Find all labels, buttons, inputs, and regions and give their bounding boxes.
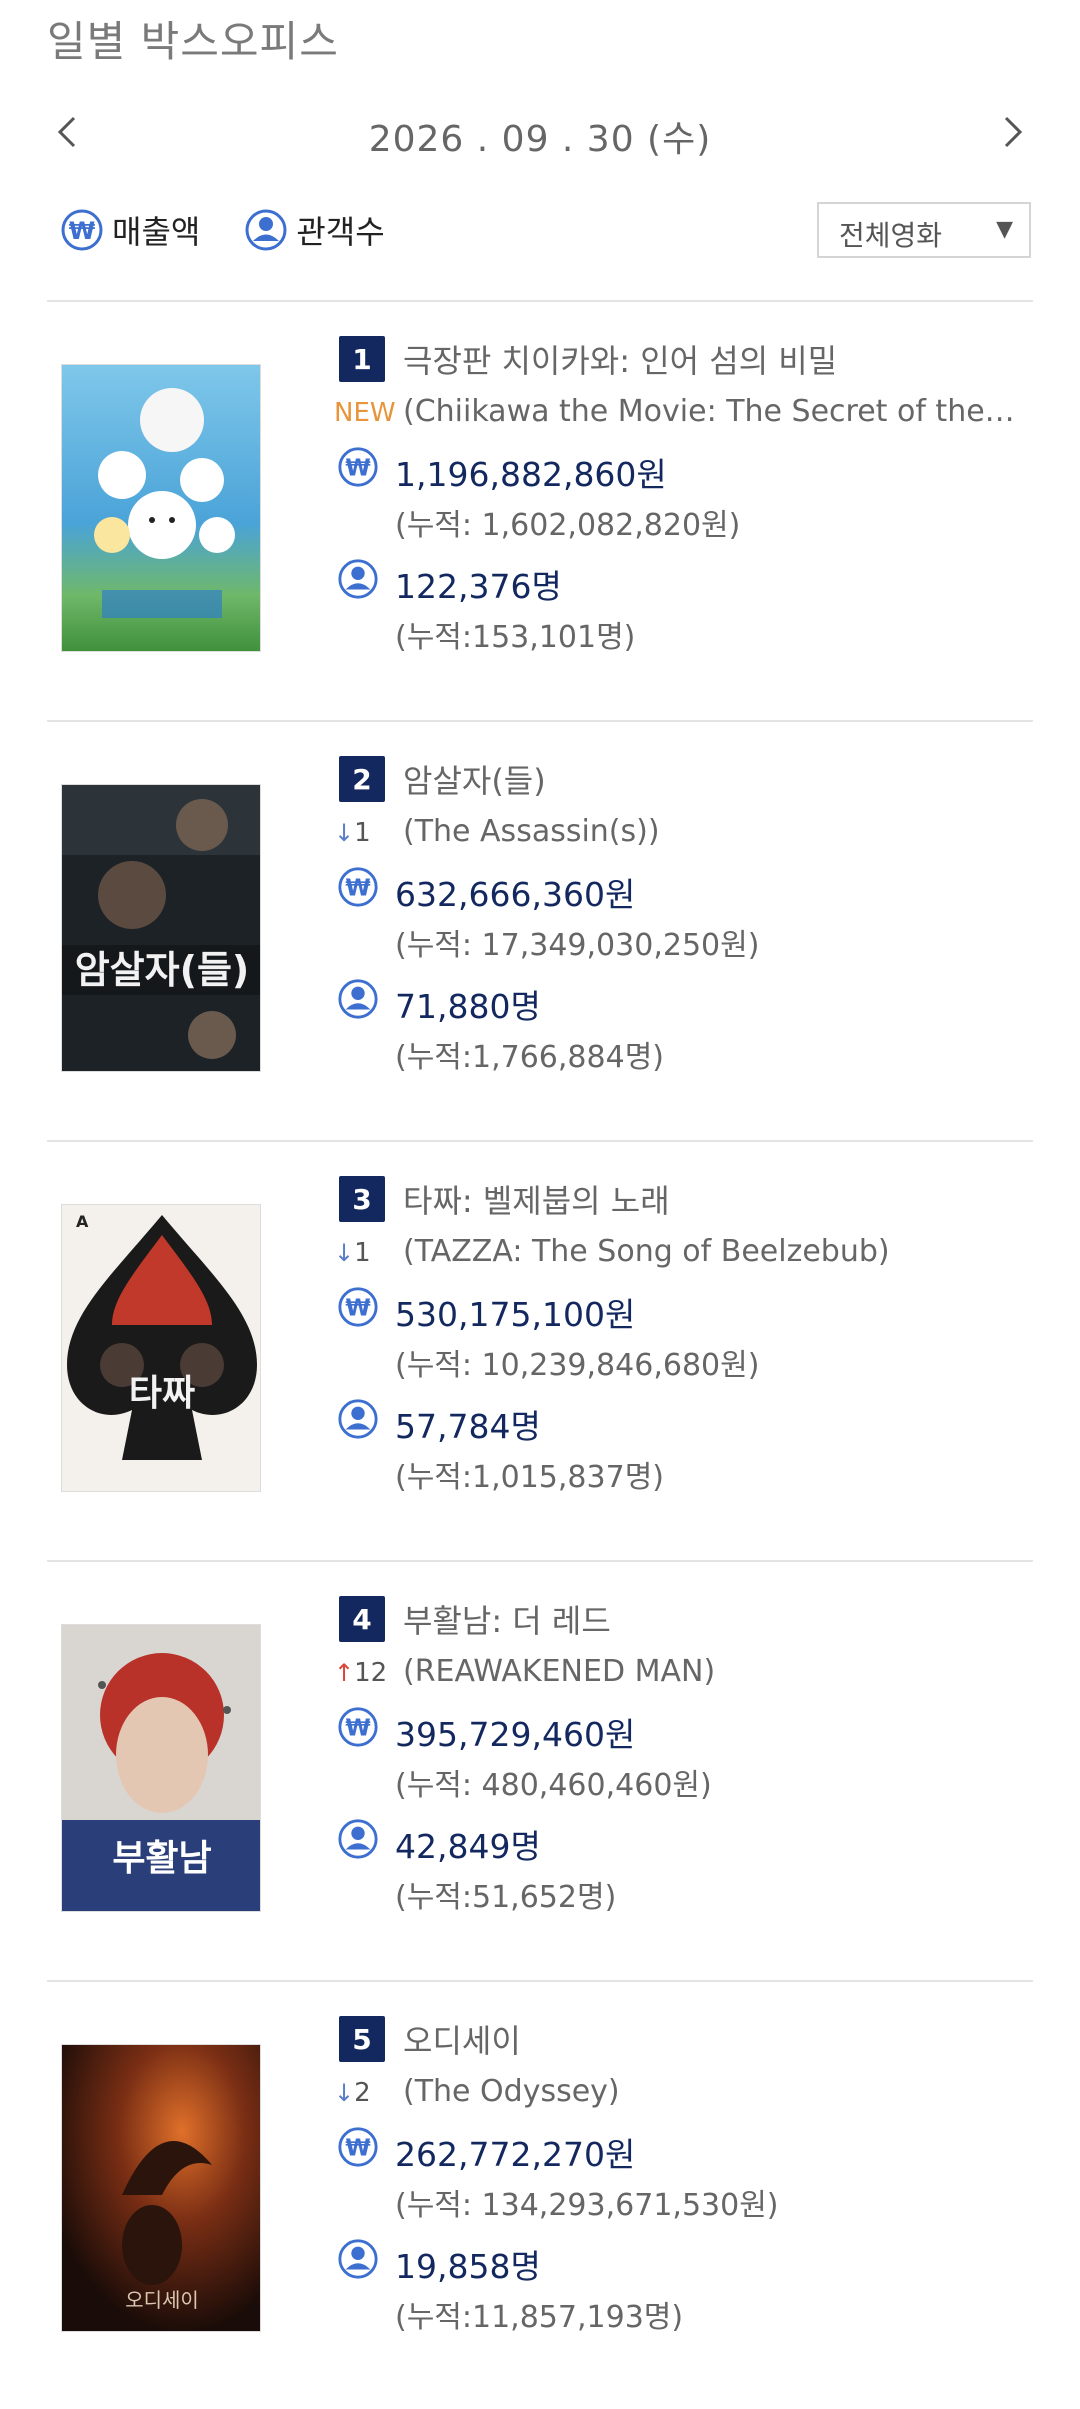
cumulative-audience: (누적:153,101명) — [395, 620, 636, 655]
audience-toggle[interactable]: 관객수 — [244, 205, 385, 255]
daily-sales: 530,175,100원 — [395, 1295, 636, 1334]
list-item[interactable]: 암살자(들) 2 암살자(들) ↓1 (The Assassin(s)) ₩ 6… — [47, 720, 1033, 1140]
svg-text:₩: ₩ — [345, 1716, 370, 1742]
metric-toggles: ₩ 매출액 관객수 — [60, 205, 385, 255]
english-title: (REAWAKENED MAN) — [403, 1654, 716, 1689]
svg-text:₩: ₩ — [345, 2136, 370, 2162]
arrow-down-icon: ↓ — [334, 819, 355, 847]
arrow-up-icon: ↑ — [334, 1659, 355, 1687]
movie-poster[interactable] — [61, 364, 261, 652]
person-icon — [245, 209, 287, 251]
svg-text:₩: ₩ — [345, 1296, 370, 1322]
svg-text:₩: ₩ — [345, 456, 370, 482]
rank-badge: 1 — [339, 336, 385, 382]
svg-text:A: A — [76, 1212, 89, 1231]
cumulative-audience: (누적:1,766,884명) — [395, 1040, 664, 1075]
current-date: 2026 . 09 . 30 (수) — [368, 119, 712, 160]
person-icon — [338, 1399, 378, 1439]
filter-selected-label: 전체영화 — [839, 219, 943, 252]
english-title: (The Assassin(s)) — [403, 814, 660, 849]
svg-text:₩: ₩ — [69, 217, 96, 245]
english-title: (The Odyssey) — [403, 2074, 620, 2109]
daily-sales: 632,666,360원 — [395, 875, 636, 914]
rank-change-value: 1 — [354, 818, 371, 848]
won-icon: ₩ — [338, 867, 378, 907]
page-title: 일별 박스오피스 — [47, 17, 339, 66]
list-item[interactable]: 1 극장판 치이카와: 인어 섬의 비밀 NEW (Chiikawa the M… — [47, 300, 1033, 720]
rank-change-down: ↓2 — [334, 2078, 394, 2108]
movie-title[interactable]: 부활남: 더 레드 — [403, 1596, 611, 1642]
movie-poster[interactable]: A 타짜 — [61, 1204, 261, 1492]
daily-audience: 122,376명 — [395, 567, 562, 606]
movie-poster[interactable]: 부활남 — [61, 1624, 261, 1912]
english-title: (TAZZA: The Song of Beelzebub) — [403, 1234, 890, 1269]
poster-title: 암살자(들) — [75, 948, 250, 992]
daily-sales: 262,772,270원 — [395, 2135, 636, 2174]
won-icon: ₩ — [338, 1707, 378, 1747]
won-icon: ₩ — [338, 1287, 378, 1327]
daily-audience: 57,784명 — [395, 1407, 541, 1446]
won-icon: ₩ — [338, 447, 378, 487]
rank-change-value: 1 — [354, 1238, 371, 1268]
movie-title[interactable]: 타짜: 벨제붑의 노래 — [403, 1176, 670, 1222]
won-icon: ₩ — [338, 2127, 378, 2167]
rank-badge: 3 — [339, 1176, 385, 1222]
english-title: (Chiikawa the Movie: The Secret of the M… — [403, 394, 1023, 429]
next-date-button[interactable] — [993, 112, 1033, 152]
cumulative-sales: (누적: 480,460,460원) — [395, 1768, 712, 1803]
movie-title[interactable]: 극장판 치이카와: 인어 섬의 비밀 — [403, 336, 837, 382]
cumulative-sales: (누적: 10,239,846,680원) — [395, 1348, 760, 1383]
movie-poster[interactable]: 오디세이 — [61, 2044, 261, 2332]
rank-change-value: 12 — [354, 1658, 388, 1688]
box-office-list: 1 극장판 치이카와: 인어 섬의 비밀 NEW (Chiikawa the M… — [47, 300, 1033, 2400]
movie-poster[interactable]: 암살자(들) — [61, 784, 261, 1072]
audience-toggle-label: 관객수 — [296, 213, 385, 251]
rank-badge: 5 — [339, 2016, 385, 2062]
sales-toggle-label: 매출액 — [112, 213, 201, 251]
poster-title: 타짜 — [129, 1373, 195, 1414]
person-icon — [338, 559, 378, 599]
rank-badge: 4 — [339, 1596, 385, 1642]
caret-down-icon: ▼ — [996, 217, 1013, 242]
rank-change-new: NEW — [334, 398, 396, 428]
movie-title[interactable]: 오디세이 — [403, 2016, 521, 2062]
daily-sales: 1,196,882,860원 — [395, 455, 667, 494]
sales-toggle[interactable]: ₩ 매출액 — [60, 205, 200, 255]
poster-title: 오디세이 — [125, 2288, 199, 2312]
cumulative-sales: (누적: 1,602,082,820원) — [395, 508, 741, 543]
daily-audience: 71,880명 — [395, 987, 541, 1026]
box-office-page: 일별 박스오피스 2026 . 09 . 30 (수) ₩ 매출액 관객수 전체… — [0, 0, 1080, 2409]
daily-audience: 19,858명 — [395, 2247, 541, 2286]
svg-text:₩: ₩ — [345, 876, 370, 902]
movie-filter-select[interactable]: 전체영화 ▼ — [817, 202, 1031, 258]
list-item[interactable]: 부활남 4 부활남: 더 레드 ↑12 (REAWAKENED MAN) ₩ 3… — [47, 1560, 1033, 1980]
cumulative-sales: (누적: 17,349,030,250원) — [395, 928, 760, 963]
person-icon — [338, 1819, 378, 1859]
date-navigator: 2026 . 09 . 30 (수) — [47, 108, 1033, 164]
chevron-right-icon — [1004, 116, 1023, 148]
list-item[interactable]: 오디세이 5 오디세이 ↓2 (The Odyssey) ₩ 262,772,2… — [47, 1980, 1033, 2400]
rank-change-down: ↓1 — [334, 818, 394, 848]
rank-change-up: ↑12 — [334, 1658, 394, 1688]
person-icon — [338, 2239, 378, 2279]
list-item[interactable]: A 타짜 3 타짜: 벨제붑의 노래 ↓1 (TAZZA: The Song o… — [47, 1140, 1033, 1560]
poster-title: 부활남 — [112, 1838, 211, 1879]
rank-change-value: 2 — [354, 2078, 371, 2108]
cumulative-audience: (누적:1,015,837명) — [395, 1460, 664, 1495]
movie-title[interactable]: 암살자(들) — [403, 756, 546, 802]
rank-badge: 2 — [339, 756, 385, 802]
daily-sales: 395,729,460원 — [395, 1715, 636, 1754]
rank-change-down: ↓1 — [334, 1238, 394, 1268]
cumulative-audience: (누적:11,857,193명) — [395, 2300, 684, 2335]
arrow-down-icon: ↓ — [334, 2079, 355, 2107]
won-icon: ₩ — [61, 209, 103, 251]
daily-audience: 42,849명 — [395, 1827, 541, 1866]
person-icon — [338, 979, 378, 1019]
cumulative-sales: (누적: 134,293,671,530원) — [395, 2188, 779, 2223]
cumulative-audience: (누적:51,652명) — [395, 1880, 617, 1915]
arrow-down-icon: ↓ — [334, 1239, 355, 1267]
